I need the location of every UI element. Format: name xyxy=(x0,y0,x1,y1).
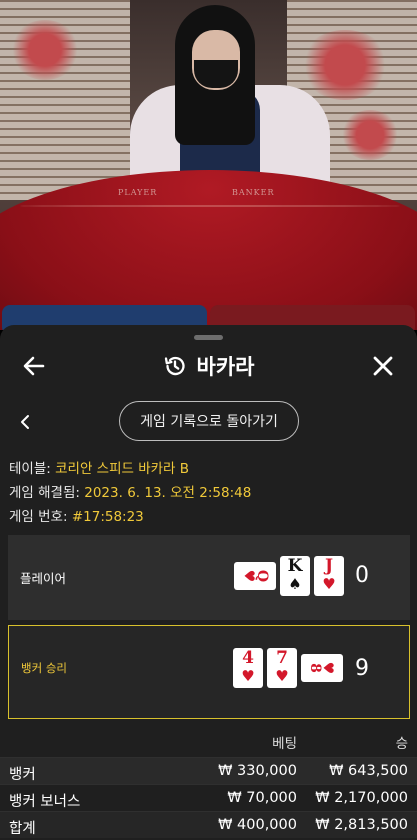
bets-header: 베팅 승 xyxy=(0,723,417,757)
win-amount: ₩ 2,170,000 xyxy=(315,790,408,806)
resolved-value: 2023. 6. 13. 오전 2:58:48 xyxy=(84,485,252,501)
back-button[interactable] xyxy=(14,346,54,386)
history-subnav: 게임 기록으로 돌아가기 xyxy=(0,397,417,447)
card-rank: 4 xyxy=(242,648,254,668)
card-suit: ♥ xyxy=(241,667,255,685)
card-suit: ♥ xyxy=(322,575,336,593)
table-value: 코리안 스피드 바카라 B xyxy=(55,461,190,477)
playing-card: ♥ Q xyxy=(234,562,276,590)
card-rank: 7 xyxy=(276,648,288,668)
card-suit: ♥ xyxy=(275,667,289,685)
playing-card: 8 ♥ xyxy=(301,654,343,682)
card-suit: ♠ xyxy=(288,575,302,593)
playing-card: 4 ♥ xyxy=(233,648,263,688)
player-cards: ♥ Q K ♠ J ♥ xyxy=(234,556,344,596)
card-suit: ♥ xyxy=(319,661,336,675)
back-to-history-button[interactable]: 게임 기록으로 돌아가기 xyxy=(119,401,299,441)
game-number-value: #17:58:23 xyxy=(71,509,144,525)
game-info: 테이블: 코리안 스피드 바카라 B 게임 해결됨: 2023. 6. 13. … xyxy=(9,457,251,529)
close-icon xyxy=(373,356,393,376)
arrow-left-icon xyxy=(23,356,45,376)
live-video-stream: PLAYER BANKER xyxy=(0,0,417,330)
sheet-drag-handle[interactable] xyxy=(194,335,223,340)
player-score: 0 xyxy=(355,563,369,588)
bet-name: 뱅커 xyxy=(9,767,36,783)
banker-result-row: 뱅커 승리 4 ♥ 7 ♥ 8 ♥ 9 xyxy=(8,625,410,719)
game-history-sheet: 바카라 게임 기록으로 돌아가기 테이블: 코리안 스피드 바카라 B 게임 해… xyxy=(0,325,417,840)
playing-card: K ♠ xyxy=(280,556,310,596)
card-rank: K xyxy=(287,556,303,576)
total-label: 합계 xyxy=(9,821,36,837)
blossom-decoration xyxy=(340,110,400,160)
bet-column-header: 베팅 xyxy=(272,736,297,752)
bet-name: 뱅커 보너스 xyxy=(9,794,81,810)
player-result-row: 플레이어 ♥ Q K ♠ J ♥ 0 xyxy=(8,535,410,620)
table-info-line: 테이블: 코리안 스피드 바카라 B xyxy=(9,457,251,481)
playing-card: J ♥ xyxy=(314,556,344,596)
sheet-title: 바카라 xyxy=(196,355,255,379)
blossom-decoration xyxy=(300,30,390,100)
chevron-left-icon xyxy=(21,415,29,429)
dealer-mask xyxy=(194,60,238,88)
sheet-header: 바카라 xyxy=(0,343,417,389)
resolved-info-line: 게임 해결됨: 2023. 6. 13. 오전 2:58:48 xyxy=(9,481,251,505)
bets-table: 베팅 승 뱅커 ₩ 330,000 ₩ 643,500 뱅커 보너스 ₩ 70,… xyxy=(0,723,417,838)
blossom-decoration xyxy=(10,20,80,80)
previous-game-button[interactable] xyxy=(5,402,45,442)
bet-amount: ₩ 330,000 xyxy=(218,763,297,779)
table-row: 뱅커 ₩ 330,000 ₩ 643,500 xyxy=(0,757,417,784)
felt-banker-text: BANKER xyxy=(232,188,275,197)
game-number-label: 게임 번호: xyxy=(9,509,68,525)
table-label: 테이블: xyxy=(9,461,51,477)
history-icon xyxy=(164,356,185,376)
close-button[interactable] xyxy=(363,346,403,386)
total-row: 합계 ₩ 400,000 ₩ 2,813,500 xyxy=(0,811,417,838)
card-rank: Q xyxy=(253,569,270,583)
sheet-title-group: 바카라 xyxy=(163,351,255,381)
banker-cards: 4 ♥ 7 ♥ 8 ♥ xyxy=(233,648,343,688)
total-bet-amount: ₩ 400,000 xyxy=(218,817,297,833)
game-number-line: 게임 번호: #17:58:23 xyxy=(9,505,251,529)
banker-score: 9 xyxy=(355,656,369,681)
total-win-amount: ₩ 2,813,500 xyxy=(315,817,408,833)
table-row: 뱅커 보너스 ₩ 70,000 ₩ 2,170,000 xyxy=(0,784,417,811)
card-rank: J xyxy=(324,556,334,576)
table-line xyxy=(20,205,400,207)
felt-player-text: PLAYER xyxy=(118,188,158,197)
bet-amount: ₩ 70,000 xyxy=(227,790,297,806)
banker-win-label: 뱅커 승리 xyxy=(21,661,67,675)
win-column-header: 승 xyxy=(395,736,408,752)
player-label: 플레이어 xyxy=(20,571,67,586)
win-amount: ₩ 643,500 xyxy=(329,763,408,779)
resolved-label: 게임 해결됨: xyxy=(9,485,80,501)
playing-card: 7 ♥ xyxy=(267,648,297,688)
